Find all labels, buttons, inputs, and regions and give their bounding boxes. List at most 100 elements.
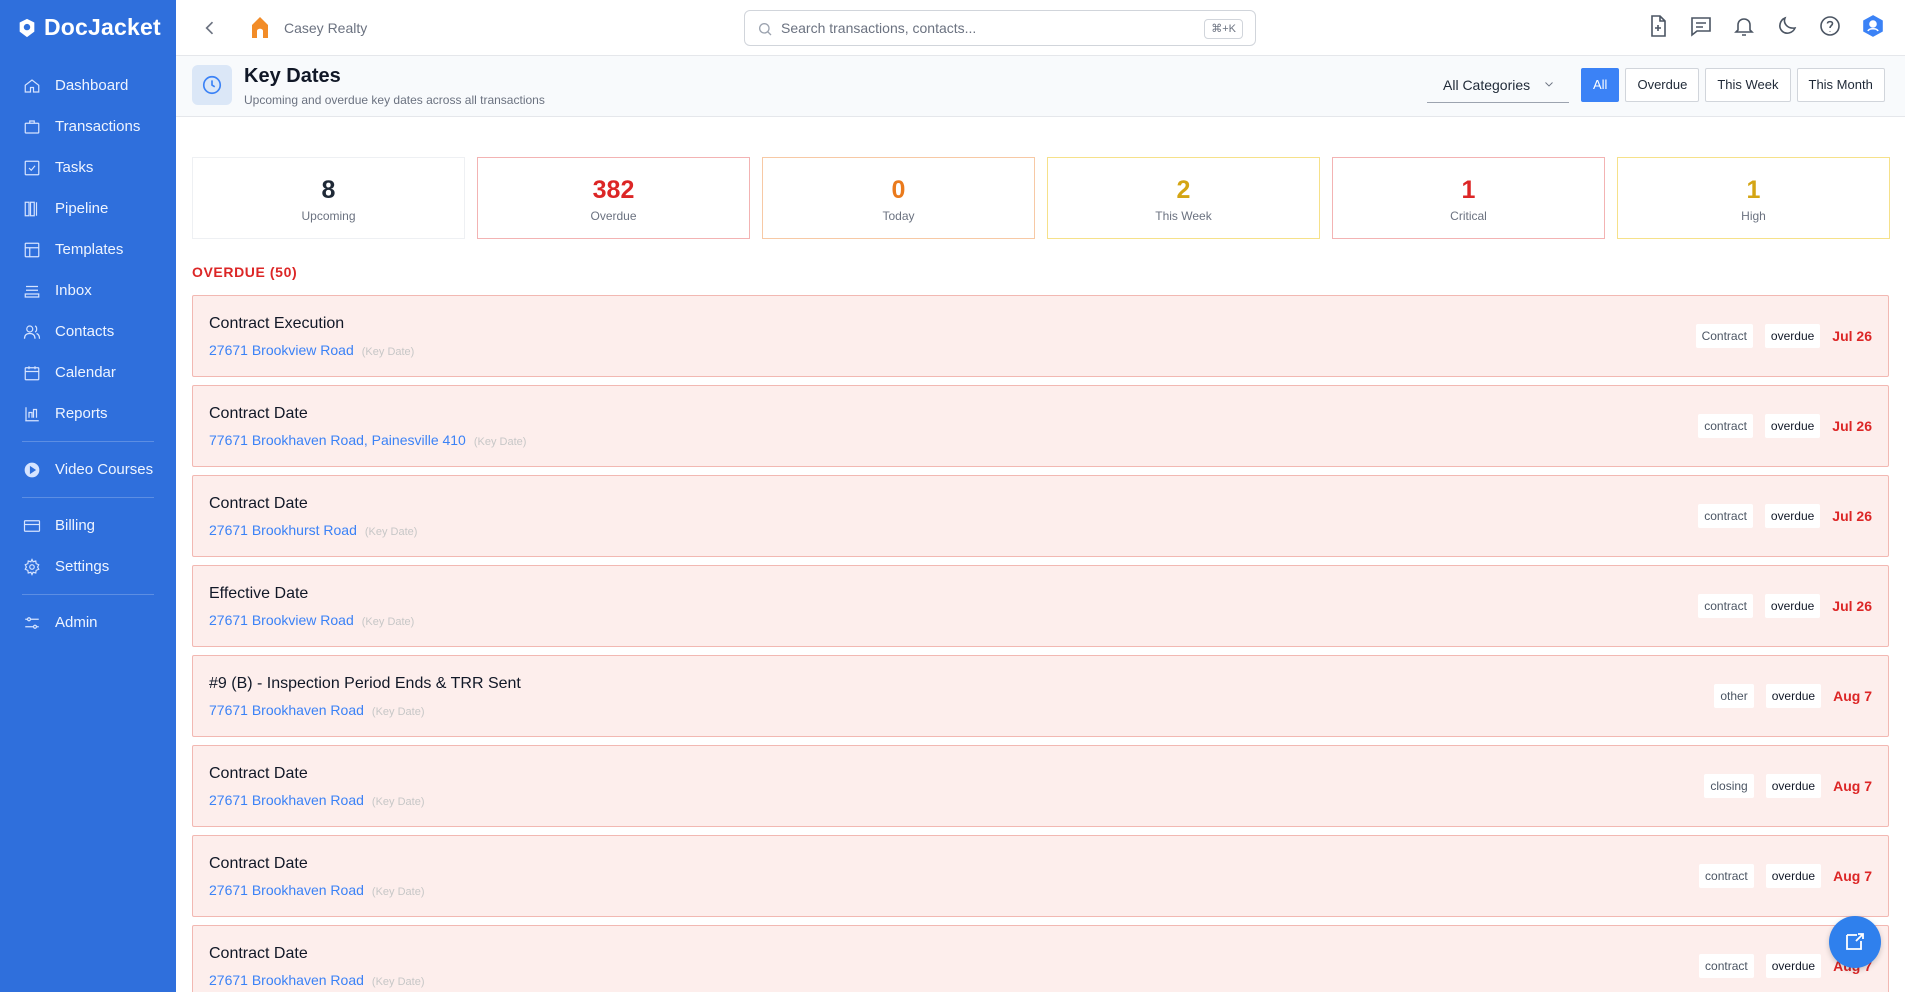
transaction-link[interactable]: 77671 Brookhaven Road bbox=[209, 702, 364, 718]
transaction-link[interactable]: 27671 Brookhaven Road bbox=[209, 882, 364, 898]
key-date-title: Effective Date bbox=[209, 585, 309, 602]
due-date: Aug 7 bbox=[1833, 688, 1872, 704]
due-date: Jul 26 bbox=[1832, 508, 1872, 524]
briefcase-icon bbox=[24, 119, 40, 134]
sidebar-item-label: Video Courses bbox=[55, 461, 154, 478]
brand[interactable]: DocJacket bbox=[0, 0, 176, 55]
stat-critical[interactable]: 1 Critical bbox=[1332, 157, 1605, 239]
stat-high[interactable]: 1 High bbox=[1617, 157, 1890, 239]
filter-all-button[interactable]: All bbox=[1581, 68, 1620, 102]
inbox-icon bbox=[24, 285, 40, 298]
sidebar-item-label: Templates bbox=[55, 241, 124, 258]
users-icon bbox=[23, 324, 41, 339]
filter-this-week-button[interactable]: This Week bbox=[1705, 68, 1791, 102]
sidebar-item-label: Contacts bbox=[55, 323, 115, 340]
help-button[interactable] bbox=[1818, 14, 1842, 38]
key-date-row[interactable]: Contract Date 27671 Brookhaven Road (Key … bbox=[192, 745, 1889, 827]
sidebar-item-pipeline[interactable]: Pipeline bbox=[0, 188, 176, 229]
new-document-button[interactable] bbox=[1646, 14, 1670, 38]
category-badge: contract bbox=[1699, 864, 1754, 888]
transaction-link[interactable]: 27671 Brookhurst Road bbox=[209, 522, 357, 538]
sidebar-item-templates[interactable]: Templates bbox=[0, 229, 176, 270]
stat-label: This Week bbox=[1155, 209, 1212, 223]
stat-label: Overdue bbox=[590, 209, 637, 223]
sidebar-item-inbox[interactable]: Inbox bbox=[0, 270, 176, 311]
status-badge: overdue bbox=[1765, 864, 1822, 888]
sidebar-item-admin[interactable]: Admin bbox=[0, 602, 176, 643]
key-date-subline: 27671 Brookhaven Road (Key Date) bbox=[209, 882, 424, 898]
sidebar-item-reports[interactable]: Reports bbox=[0, 393, 176, 434]
status-badge: overdue bbox=[1765, 954, 1822, 978]
back-chevron-icon[interactable] bbox=[200, 18, 220, 38]
stat-value: 1 bbox=[1746, 176, 1761, 204]
transaction-link[interactable]: 27671 Brookview Road bbox=[209, 342, 354, 358]
category-select[interactable]: All Categories bbox=[1427, 67, 1569, 103]
key-date-kind: (Key Date) bbox=[361, 616, 415, 628]
stat-today[interactable]: 0 Today bbox=[762, 157, 1035, 239]
filter-this-month-button[interactable]: This Month bbox=[1796, 68, 1885, 102]
sidebar-item-label: Reports bbox=[55, 405, 108, 422]
stat-this-week[interactable]: 2 This Week bbox=[1047, 157, 1320, 239]
sidebar-item-video-courses[interactable]: Video Courses bbox=[0, 449, 176, 490]
sidebar-item-settings[interactable]: Settings bbox=[0, 546, 176, 587]
key-date-subline: 27671 Brookhaven Road (Key Date) bbox=[209, 792, 424, 808]
org-logo-icon bbox=[252, 17, 268, 38]
search-bar[interactable]: ⌘+K bbox=[744, 10, 1256, 46]
sidebar-item-calendar[interactable]: Calendar bbox=[0, 352, 176, 393]
key-date-subline: 27671 Brookview Road (Key Date) bbox=[209, 612, 414, 628]
search-input[interactable] bbox=[781, 18, 1181, 38]
org-name[interactable]: Casey Realty bbox=[284, 20, 367, 36]
category-badge: closing bbox=[1704, 774, 1754, 798]
sidebar-item-billing[interactable]: Billing bbox=[0, 505, 176, 546]
help-circle-icon bbox=[1820, 16, 1840, 36]
key-date-title: #9 (B) - Inspection Period Ends & TRR Se… bbox=[209, 675, 521, 692]
chat-support-button[interactable] bbox=[1829, 916, 1881, 968]
status-badge: overdue bbox=[1764, 414, 1821, 438]
due-date: Jul 26 bbox=[1832, 418, 1872, 434]
message-icon bbox=[1691, 17, 1711, 37]
status-badge: overdue bbox=[1764, 594, 1821, 618]
avatar-icon bbox=[1863, 15, 1883, 37]
stat-label: Critical bbox=[1450, 209, 1487, 223]
transaction-link[interactable]: 27671 Brookview Road bbox=[209, 612, 354, 628]
notifications-button[interactable] bbox=[1732, 14, 1756, 38]
overdue-section-title: OVERDUE (50) bbox=[192, 264, 298, 280]
key-date-row[interactable]: Contract Date 77671 Brookhaven Road, Pai… bbox=[192, 385, 1889, 467]
sidebar-divider bbox=[22, 594, 154, 595]
key-date-title: Contract Date bbox=[209, 945, 308, 962]
key-date-row[interactable]: #9 (B) - Inspection Period Ends & TRR Se… bbox=[192, 655, 1889, 737]
home-icon bbox=[24, 78, 40, 93]
transaction-link[interactable]: 77671 Brookhaven Road, Painesville 410 bbox=[209, 432, 466, 448]
sidebar-item-dashboard[interactable]: Dashboard bbox=[0, 65, 176, 106]
key-date-subline: 27671 Brookhurst Road (Key Date) bbox=[209, 522, 417, 538]
messages-button[interactable] bbox=[1689, 14, 1713, 38]
page-header: Key Dates Upcoming and overdue key dates… bbox=[176, 56, 1905, 117]
transaction-link[interactable]: 27671 Brookhaven Road bbox=[209, 792, 364, 808]
key-date-row[interactable]: Contract Date 27671 Brookhaven Road (Key … bbox=[192, 925, 1889, 992]
user-avatar[interactable] bbox=[1861, 14, 1885, 38]
sliders-icon bbox=[25, 616, 39, 629]
file-plus-icon bbox=[1651, 15, 1666, 37]
sidebar-item-label: Tasks bbox=[55, 159, 94, 176]
key-date-row[interactable]: Effective Date 27671 Brookview Road (Key … bbox=[192, 565, 1889, 647]
stat-overdue[interactable]: 382 Overdue bbox=[477, 157, 750, 239]
stat-value: 8 bbox=[321, 176, 336, 204]
key-date-title: Contract Execution bbox=[209, 315, 345, 332]
dark-mode-toggle[interactable] bbox=[1775, 14, 1799, 38]
filter-overdue-button[interactable]: Overdue bbox=[1625, 68, 1700, 102]
sidebar-item-label: Billing bbox=[55, 517, 96, 534]
sidebar-divider bbox=[22, 497, 154, 498]
transaction-link[interactable]: 27671 Brookhaven Road bbox=[209, 972, 364, 988]
search-icon bbox=[759, 23, 772, 36]
key-date-meta: contract overdue Jul 26 bbox=[1698, 414, 1872, 438]
sidebar-item-transactions[interactable]: Transactions bbox=[0, 106, 176, 147]
sidebar-item-contacts[interactable]: Contacts bbox=[0, 311, 176, 352]
check-square-icon bbox=[24, 160, 40, 175]
key-date-row[interactable]: Contract Execution 27671 Brookview Road (… bbox=[192, 295, 1889, 377]
stat-upcoming[interactable]: 8 Upcoming bbox=[192, 157, 465, 239]
key-date-row[interactable]: Contract Date 27671 Brookhurst Road (Key … bbox=[192, 475, 1889, 557]
status-badge: overdue bbox=[1764, 504, 1821, 528]
sidebar-item-tasks[interactable]: Tasks bbox=[0, 147, 176, 188]
due-date: Jul 26 bbox=[1832, 598, 1872, 614]
key-date-row[interactable]: Contract Date 27671 Brookhaven Road (Key … bbox=[192, 835, 1889, 917]
